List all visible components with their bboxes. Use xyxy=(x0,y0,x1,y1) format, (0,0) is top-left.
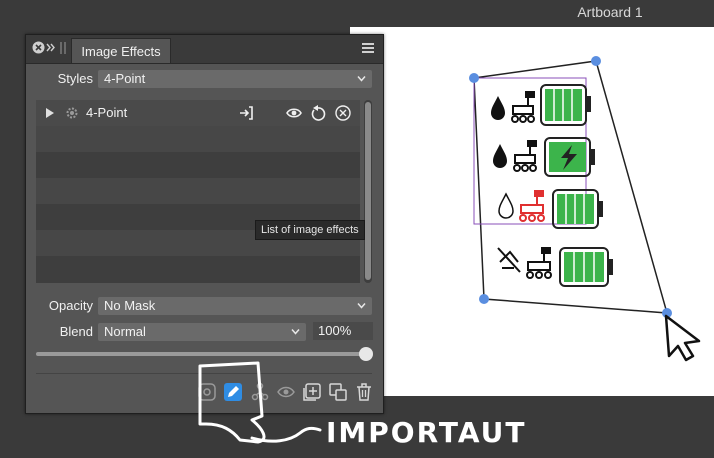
canvas-workspace: Artboard 1 Image Effects Styles 4-Point … xyxy=(0,0,714,458)
annotation-bubble xyxy=(198,361,322,444)
annotation-text: IMPORTAUT xyxy=(326,416,527,449)
